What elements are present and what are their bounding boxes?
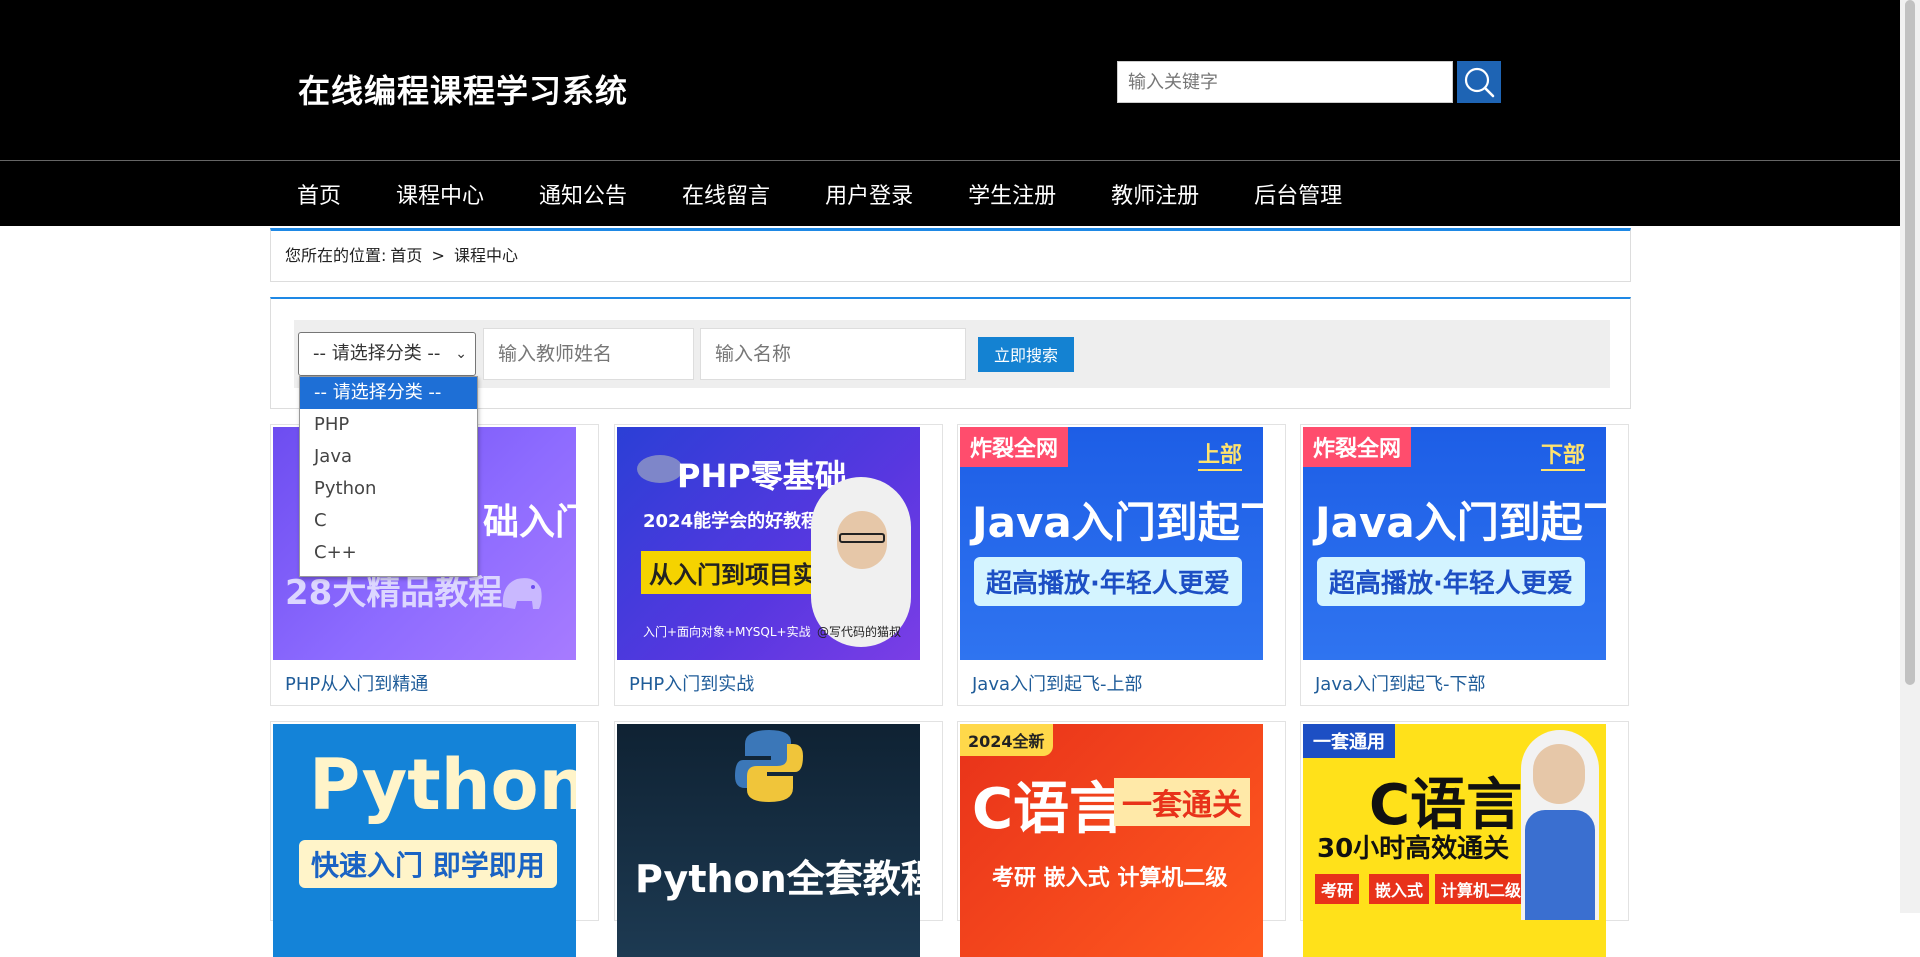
banner-text: 考研 嵌入式 计算机二级 xyxy=(992,866,1228,891)
breadcrumb-current: 课程中心 xyxy=(454,246,519,265)
course-thumbnail[interactable]: 炸裂全网 下部 Java入门到起飞 超高播放·年轻人更爱 xyxy=(1303,427,1606,660)
nav-teacher-register[interactable]: 教师注册 xyxy=(1111,178,1199,214)
search-button[interactable] xyxy=(1457,61,1501,103)
course-thumbnail[interactable]: PHP零基础 2024能学会的好教程 从入门到项目实战 入门+面向对象+MYSQ… xyxy=(617,427,920,660)
banner-text: 超高播放·年轻人更爱 xyxy=(1317,557,1585,606)
course-card[interactable]: 2024全新 C语言 一套通关 考研 嵌入式 计算机二级 xyxy=(957,721,1286,957)
dropdown-option[interactable]: Java xyxy=(300,441,477,473)
banner-text: C语言 xyxy=(972,777,1126,842)
dropdown-option[interactable]: PHP xyxy=(300,409,477,441)
course-thumbnail[interactable]: 一套通用 C语言 30小时高效通关 考研 嵌入式 计算机二级 xyxy=(1303,724,1606,957)
elephant-icon xyxy=(502,578,542,609)
breadcrumb-prefix: 您所在的位置: xyxy=(285,246,387,265)
breadcrumb-separator: > xyxy=(431,246,445,265)
dropdown-option[interactable]: C xyxy=(300,505,477,537)
banner-text: @写代码的猫叔 xyxy=(817,625,902,639)
banner-text: 快速入门 即学即用 xyxy=(299,840,557,888)
dropdown-option[interactable]: -- 请选择分类 -- xyxy=(300,377,477,409)
nav-student-register[interactable]: 学生注册 xyxy=(968,178,1056,214)
banner-text: Java入门到起飞 xyxy=(1315,498,1606,547)
course-title[interactable]: PHP从入门到精通 xyxy=(285,670,428,696)
teacher-name-input[interactable] xyxy=(483,328,694,380)
header-divider xyxy=(0,160,1900,161)
keyword-search-input[interactable] xyxy=(1117,61,1453,103)
search-icon xyxy=(1464,67,1495,98)
nav-admin[interactable]: 后台管理 xyxy=(1254,178,1342,214)
banner-text: 上部 xyxy=(1198,437,1243,471)
course-thumbnail[interactable]: 炸裂全网 上部 Java入门到起飞 超高播放·年轻人更爱 xyxy=(960,427,1263,660)
course-thumbnail[interactable]: Python全套教程 xyxy=(617,724,920,957)
nav-course-center[interactable]: 课程中心 xyxy=(396,178,484,214)
instructor-photo xyxy=(1521,730,1599,920)
site-title: 在线编程课程学习系统 xyxy=(298,72,629,110)
banner-text: 2024能学会的好教程 xyxy=(643,511,820,532)
course-card[interactable]: 一套通用 C语言 30小时高效通关 考研 嵌入式 计算机二级 xyxy=(1300,721,1629,957)
course-thumbnail[interactable]: Python 快速入门 即学即用 xyxy=(273,724,576,957)
course-card[interactable]: Python 快速入门 即学即用 xyxy=(270,721,599,957)
course-title[interactable]: Java入门到起飞-上部 xyxy=(972,670,1143,696)
instructor-photo xyxy=(811,477,911,647)
nav-notices[interactable]: 通知公告 xyxy=(539,178,627,214)
banner-text: 嵌入式 xyxy=(1369,874,1430,904)
banner-text: 一套通用 xyxy=(1303,724,1395,758)
dropdown-option[interactable]: Python xyxy=(300,473,477,505)
nav-user-login[interactable]: 用户登录 xyxy=(825,178,913,214)
breadcrumb-home[interactable]: 首页 xyxy=(390,246,422,265)
banner-text: Python xyxy=(309,744,576,826)
dropdown-option[interactable]: C++ xyxy=(300,537,477,569)
course-title[interactable]: PHP入门到实战 xyxy=(629,670,754,696)
course-card[interactable]: Python全套教程 xyxy=(614,721,943,957)
banner-text: 计算机二级 xyxy=(1435,874,1528,904)
nav-messages[interactable]: 在线留言 xyxy=(682,178,770,214)
course-card[interactable]: 炸裂全网 上部 Java入门到起飞 超高播放·年轻人更爱 Java入门到起飞-上… xyxy=(957,424,1286,706)
scrollbar-thumb[interactable] xyxy=(1905,0,1915,685)
category-select-value: -- 请选择分类 -- xyxy=(313,343,441,364)
main-nav: 首页 课程中心 通知公告 在线留言 用户登录 学生注册 教师注册 后台管理 xyxy=(297,178,1397,214)
nav-home[interactable]: 首页 xyxy=(297,178,341,214)
breadcrumb: 您所在的位置: 首页 > 课程中心 xyxy=(270,228,1631,282)
banner-text: 下部 xyxy=(1541,437,1586,471)
course-thumbnail[interactable]: 2024全新 C语言 一套通关 考研 嵌入式 计算机二级 xyxy=(960,724,1263,957)
banner-text: 2024全新 xyxy=(960,724,1053,756)
search-now-button[interactable]: 立即搜索 xyxy=(978,337,1074,372)
course-name-input[interactable] xyxy=(700,328,966,380)
python-logo-icon xyxy=(735,730,803,802)
banner-text: 炸裂全网 xyxy=(960,427,1069,467)
course-card[interactable]: 炸裂全网 下部 Java入门到起飞 超高播放·年轻人更爱 Java入门到起飞-下… xyxy=(1300,424,1629,706)
banner-text: PHP零基础 xyxy=(677,457,847,495)
banner-text: Java入门到起飞 xyxy=(972,498,1263,547)
course-card[interactable]: PHP零基础 2024能学会的好教程 从入门到项目实战 入门+面向对象+MYSQ… xyxy=(614,424,943,706)
banner-text: 30小时高效通关 xyxy=(1317,834,1510,864)
banner-text: 础入门 xyxy=(483,502,576,543)
category-dropdown-list: -- 请选择分类 -- PHP Java Python C C++ xyxy=(299,376,478,577)
banner-text: 考研 xyxy=(1315,874,1360,904)
chevron-down-icon: ⌄ xyxy=(455,346,467,362)
category-select[interactable]: -- 请选择分类 -- ⌄ xyxy=(298,332,476,376)
banner-text: 一套通关 xyxy=(1114,778,1250,826)
banner-text: 超高播放·年轻人更爱 xyxy=(974,557,1242,606)
banner-text: 入门+面向对象+MYSQL+实战 xyxy=(643,625,811,639)
course-title[interactable]: Java入门到起飞-下部 xyxy=(1315,670,1486,696)
banner-text: 炸裂全网 xyxy=(1303,427,1412,467)
banner-text: Python全套教程 xyxy=(635,857,920,901)
